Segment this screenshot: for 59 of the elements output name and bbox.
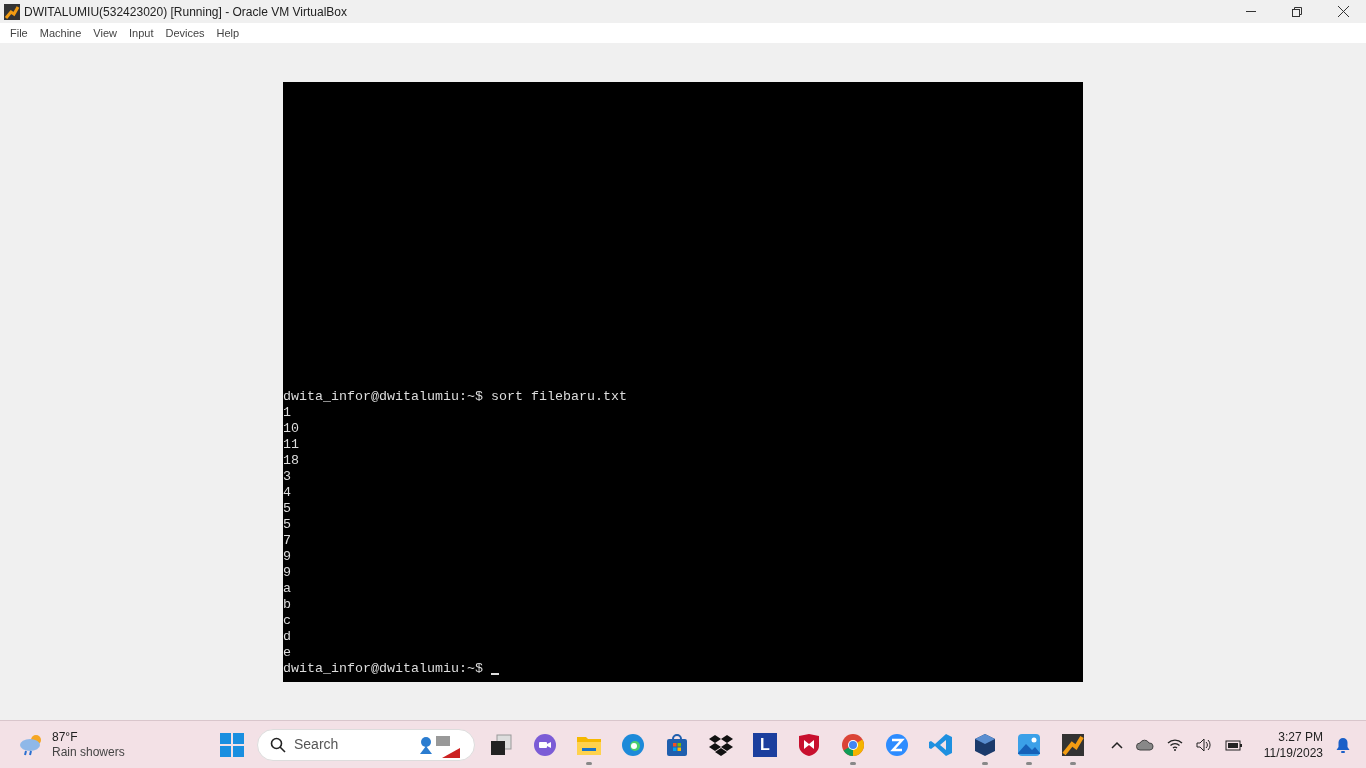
- menu-item[interactable]: Devices: [159, 24, 211, 42]
- shield-icon[interactable]: [798, 732, 820, 757]
- start-button[interactable]: [220, 732, 244, 757]
- store-bag-icon[interactable]: [665, 732, 689, 757]
- text-cursor: [490, 672, 499, 675]
- search-input[interactable]: Search: [294, 734, 404, 755]
- dropbox-icon[interactable]: [709, 733, 733, 756]
- terminal-line: 1: [283, 404, 291, 421]
- terminal-line: 18: [283, 452, 299, 469]
- weather-rain-icon: [18, 732, 44, 757]
- chevron-up-icon[interactable]: [1110, 740, 1123, 749]
- virtualbox-app-icon: [4, 3, 20, 20]
- terminal-prompt: dwita_infor@dwitalumiu:~$: [283, 660, 484, 677]
- close-icon: [1337, 6, 1349, 17]
- wifi-icon[interactable]: [1166, 738, 1183, 751]
- menu-item[interactable]: Help: [210, 24, 246, 42]
- terminal-line: 4: [283, 484, 291, 501]
- weather-temperature: 87°F: [52, 729, 79, 745]
- menu-item[interactable]: Machine: [33, 24, 88, 42]
- menu-item[interactable]: Input: [122, 24, 160, 42]
- terminal-line: 5: [283, 516, 291, 533]
- menu-item[interactable]: File: [4, 24, 34, 42]
- terminal-line: 10: [283, 420, 299, 437]
- terminal-line: 5: [283, 500, 291, 517]
- terminal-line: 3: [283, 468, 291, 485]
- virtualbox-icon[interactable]: [1061, 732, 1085, 757]
- terminal-line: c: [283, 612, 291, 629]
- window-title: DWITALUMIU(532423020) [Running] - Oracle VM VirtualBox: [24, 3, 347, 21]
- chrome-icon[interactable]: [841, 732, 865, 757]
- weather-condition: Rain showers: [52, 744, 125, 760]
- code-editor-icon[interactable]: [929, 732, 953, 757]
- terminal-line: dwita_infor@dwitalumiu:~$ sort filebaru.txt: [283, 388, 627, 405]
- notification-bell-icon[interactable]: [1336, 736, 1350, 753]
- restore-icon: [1292, 6, 1302, 17]
- terminal-line: 7: [283, 532, 291, 549]
- clock-time: 3:27 PM: [1278, 728, 1323, 745]
- terminal-line: a: [283, 580, 291, 597]
- terminal-line: 9: [283, 564, 291, 581]
- cube-icon[interactable]: [973, 732, 997, 757]
- clock-date: 11/19/2023: [1263, 744, 1323, 761]
- volume-icon[interactable]: [1195, 737, 1212, 752]
- search-field[interactable]: Search: [257, 728, 475, 761]
- task-view-icon[interactable]: [489, 732, 513, 757]
- browser-icon[interactable]: [621, 732, 645, 757]
- menu-item[interactable]: View: [87, 24, 123, 42]
- minimize-icon: [1246, 11, 1256, 12]
- clock[interactable]: 3:27 PM 11/19/2023: [1263, 728, 1323, 761]
- terminal-line: e: [283, 644, 291, 661]
- letter-app-icon[interactable]: L: [753, 732, 777, 757]
- terminal-line: b: [283, 596, 291, 613]
- zoom-icon[interactable]: [885, 732, 909, 757]
- photos-icon[interactable]: [1017, 732, 1041, 757]
- cloud-icon[interactable]: [1135, 738, 1154, 751]
- terminal-line: 9: [283, 548, 291, 565]
- battery-icon[interactable]: [1224, 738, 1243, 751]
- search-icon: [270, 736, 286, 753]
- terminal-line: 11: [283, 436, 299, 453]
- chat-icon[interactable]: [533, 732, 557, 757]
- terminal-line: d: [283, 628, 291, 645]
